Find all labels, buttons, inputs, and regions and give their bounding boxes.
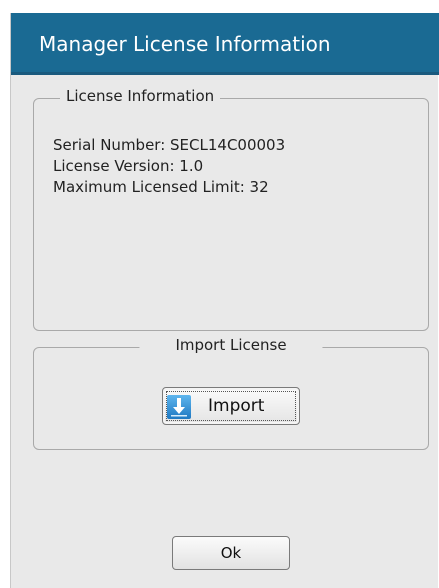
download-arrow-icon (167, 395, 191, 419)
license-information-legend: License Information (60, 86, 221, 106)
import-license-group: Import License Import (33, 335, 429, 450)
max-licensed-limit-text: Maximum Licensed Limit: 32 (53, 178, 269, 196)
license-details: Serial Number: SECL14C00003 License Vers… (53, 135, 285, 198)
import-button[interactable]: Import (162, 387, 300, 425)
serial-number-text: Serial Number: SECL14C00003 (53, 136, 286, 154)
dialog-title: Manager License Information (11, 13, 439, 75)
import-button-label: Import (208, 396, 265, 416)
license-dialog: Manager License Information License Info… (10, 13, 439, 588)
license-version-text: License Version: 1.0 (53, 157, 204, 175)
import-license-legend: Import License (139, 335, 323, 355)
license-information-group: License Information Serial Number: SECL1… (33, 86, 429, 331)
ok-button[interactable]: Ok (172, 536, 290, 570)
